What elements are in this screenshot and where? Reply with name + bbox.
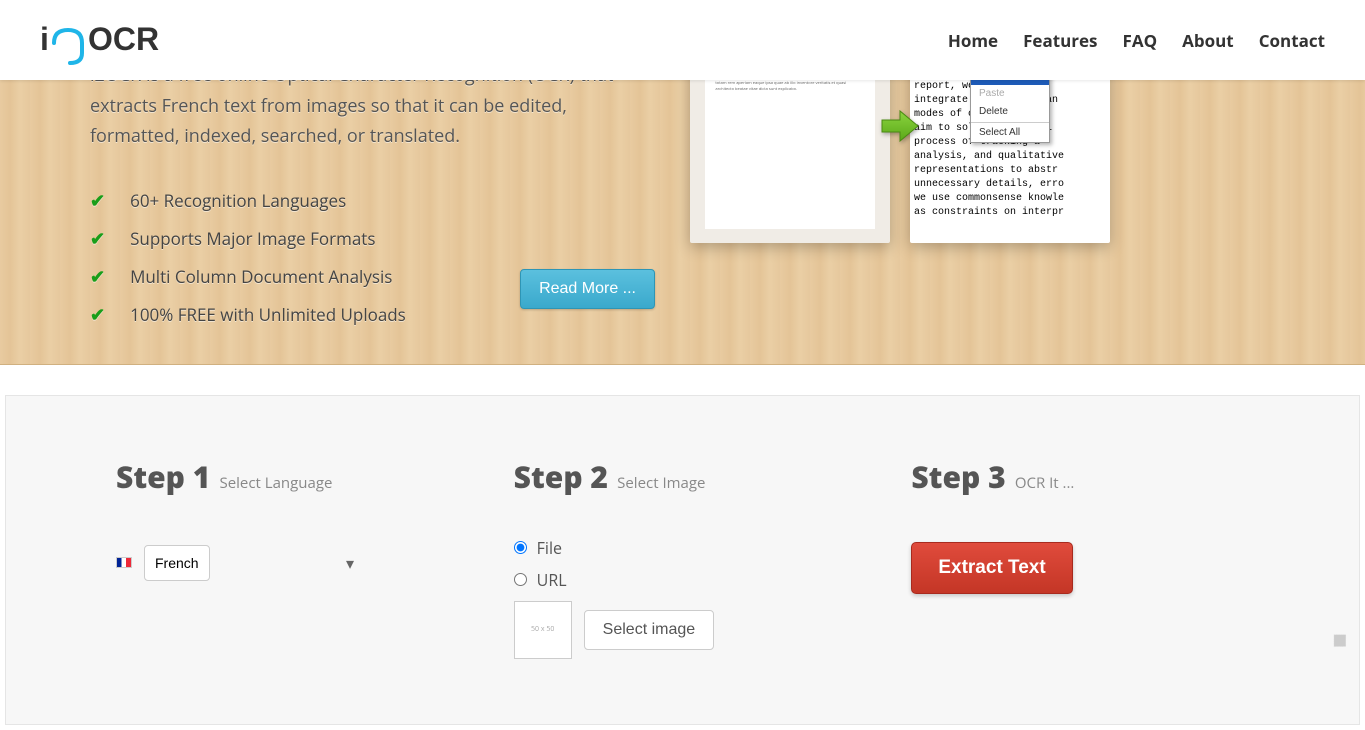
nav-features[interactable]: Features xyxy=(1023,29,1097,52)
arrow-right-icon xyxy=(880,106,920,146)
logo[interactable]: i OCR xyxy=(40,15,170,65)
steps-section: Step 1 Select Language French Step 2 Sel… xyxy=(5,395,1360,725)
step-3-subtitle: OCR It ... xyxy=(1015,473,1075,493)
check-icon: ✔ xyxy=(90,189,105,213)
svg-text:OCR: OCR xyxy=(88,21,159,57)
nav-home[interactable]: Home xyxy=(948,29,998,52)
nav-contact[interactable]: Contact xyxy=(1259,29,1325,52)
step-3: Step 3 OCR It ... Extract Text xyxy=(911,456,1249,664)
select-image-button[interactable]: Select image xyxy=(584,610,715,650)
nav-faq[interactable]: FAQ xyxy=(1123,29,1158,52)
feature-item: ✔ 100% FREE with Unlimited Uploads xyxy=(90,296,1275,334)
extract-text-button[interactable]: Extract Text xyxy=(911,542,1072,594)
step-2-title: Step 2 xyxy=(514,456,608,497)
step-2-subtitle: Select Image xyxy=(617,473,705,493)
svg-text:i: i xyxy=(40,21,49,57)
radio-file-row[interactable]: File xyxy=(514,537,852,559)
language-select[interactable]: French xyxy=(144,545,210,581)
read-more-button[interactable]: Read More ... xyxy=(520,269,655,309)
step-1: Step 1 Select Language French xyxy=(116,456,454,664)
main-nav: Home Features FAQ About Contact xyxy=(948,29,1325,52)
feature-item: ✔ Multi Column Document Analysis xyxy=(90,258,1275,296)
step-1-title: Step 1 xyxy=(116,456,210,497)
radio-url[interactable] xyxy=(514,573,527,586)
radio-file[interactable] xyxy=(514,541,527,554)
nav-about[interactable]: About xyxy=(1182,29,1234,52)
radio-file-label: File xyxy=(537,537,562,559)
step-2: Step 2 Select Image File URL 50 x 50 Sel… xyxy=(514,456,852,664)
flag-icon xyxy=(116,557,132,568)
step-3-title: Step 3 xyxy=(911,456,1005,497)
feature-text: 100% FREE with Unlimited Uploads xyxy=(130,303,406,326)
check-icon: ✔ xyxy=(90,303,105,327)
feature-text: Supports Major Image Formats xyxy=(130,227,375,250)
header: i OCR Home Features FAQ About Contact xyxy=(0,0,1365,80)
image-thumbnail: 50 x 50 xyxy=(514,601,572,659)
feature-text: Multi Column Document Analysis xyxy=(130,265,392,288)
check-icon: ✔ xyxy=(90,227,105,251)
radio-url-row[interactable]: URL xyxy=(514,569,852,591)
feature-text: 60+ Recognition Languages xyxy=(130,189,346,212)
radio-url-label: URL xyxy=(537,569,567,591)
check-icon: ✔ xyxy=(90,265,105,289)
step-1-subtitle: Select Language xyxy=(219,473,332,493)
